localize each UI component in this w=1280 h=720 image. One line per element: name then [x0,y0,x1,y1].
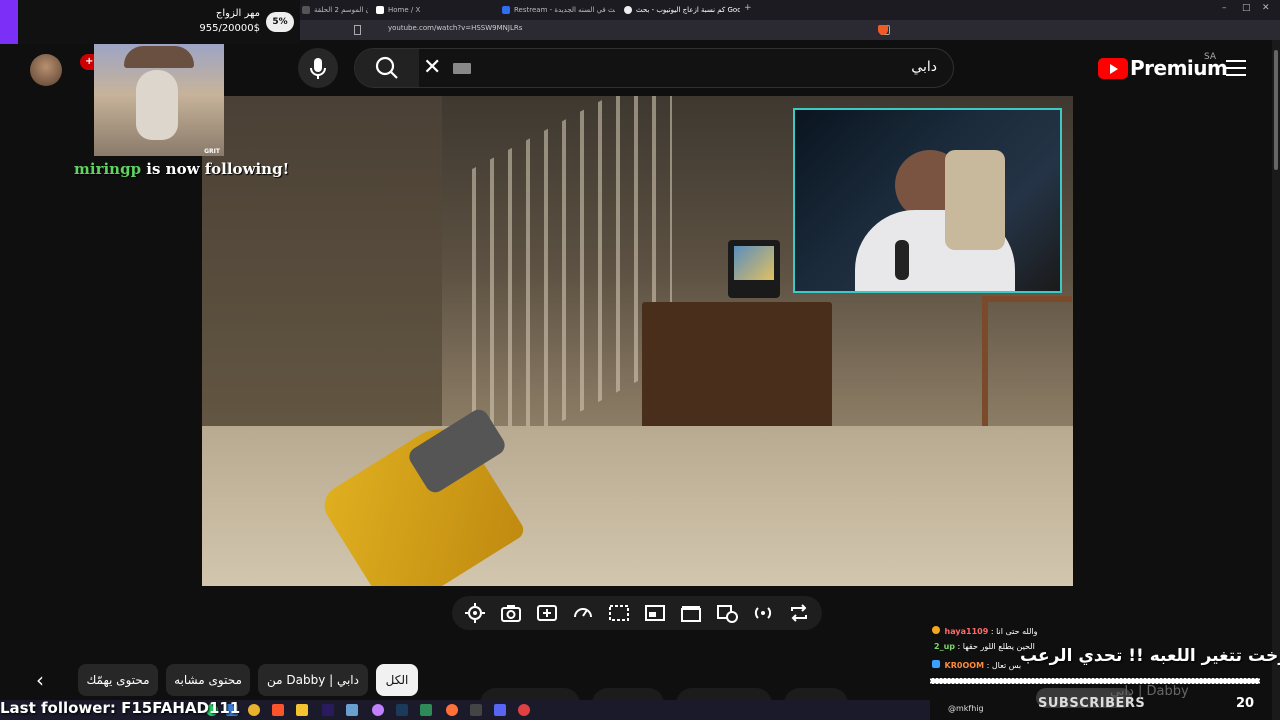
chat-text: والله حتى انا [996,627,1038,636]
chat-user-icon [932,626,940,634]
search-icon [375,56,398,79]
follower-name: miringp [74,160,142,178]
minimize-icon[interactable]: – [1222,3,1227,13]
avatar[interactable] [30,54,62,86]
url-text[interactable]: youtube.com/watch?v=HSSW9MNJLRs [388,24,522,32]
settings-icon[interactable] [464,602,486,624]
restream-favicon-icon [502,6,510,14]
donation-goal-widget: مهر الزواج 955/20000$ 5% [0,0,300,44]
settings-app-icon[interactable] [518,704,530,716]
chat-message: haya1109 : والله حتى انا [932,626,1038,636]
microphone-icon [895,240,909,280]
chat-username: 2_up [934,642,955,651]
watch-later-icon[interactable] [716,602,738,624]
chat-username: haya1109 [944,627,989,636]
terminal-icon[interactable] [420,704,432,716]
last-follower-label: Last follower: F15FAHAD111 [0,699,241,717]
chat-username: KR0OOM [944,661,985,670]
country-code: SA [1204,52,1217,62]
subscribers-count: 20 [1236,696,1255,711]
channel-name: Dabby | دابي [1110,684,1189,699]
subtitles-icon[interactable] [608,602,630,624]
tv-stand [642,302,832,432]
pip-icon[interactable] [644,602,666,624]
folder-icon[interactable] [296,704,308,716]
add-icon[interactable] [536,602,558,624]
bookmark-icon[interactable] [354,25,361,35]
browser-tab[interactable]: Home / X [374,2,484,18]
chevron-left-icon[interactable]: ‹ [26,668,54,696]
page-scrollbar[interactable] [1272,40,1280,720]
chip-from-channel[interactable]: من Dabby | دابي [258,664,368,696]
cowboy-hat [124,46,194,68]
maximize-icon[interactable]: □ [1242,3,1251,13]
x-favicon-icon [376,6,384,14]
discord-icon[interactable] [494,704,506,716]
voice-search-button[interactable] [298,48,338,88]
search-input[interactable]: دابي [911,59,937,75]
screenshot-icon[interactable] [500,602,522,624]
chat-message: KR0OOM : بس تعال [932,660,1021,670]
steam-icon[interactable] [396,704,408,716]
old-tv [728,240,780,298]
menu-icon[interactable] [1226,60,1246,76]
google-favicon-icon [624,6,632,14]
youtube-logo-icon[interactable] [1098,58,1128,79]
keyboard-icon[interactable] [453,63,471,74]
goal-percent-badge: 5% [266,12,294,32]
follow-message: is now following! [146,160,290,178]
loop-icon[interactable] [788,602,810,624]
tv-screen [734,246,774,280]
speed-icon[interactable] [572,602,594,624]
close-window-icon[interactable]: ✕ [1262,3,1270,13]
webcam-overlay [793,108,1062,293]
follow-alert-image: GRIT [94,44,224,156]
search-box[interactable]: ✕ دابي [354,48,954,88]
close-app-icon[interactable] [470,704,482,716]
premiere-icon[interactable] [322,704,334,716]
brave-shield-icon[interactable] [878,25,888,35]
obs-icon[interactable] [372,704,384,716]
browser-tab[interactable]: كم نسبة ازعاج اليوتيوب - بحث Google [622,2,740,18]
chip-all[interactable]: الكل [376,664,418,696]
follow-alert-text: miringp is now following! [74,160,289,178]
chip-similar[interactable]: محتوى مشابه [166,664,250,696]
close-icon[interactable]: ✕ [423,57,441,79]
clip-icon[interactable] [680,602,702,624]
new-tab-icon[interactable]: + [744,3,752,13]
brave-icon[interactable] [272,704,284,716]
browser-tab[interactable]: Restream - اول بث في السنه الجديدة [500,2,615,18]
chip-for-you[interactable]: محتوى يهمّك [78,664,158,696]
gaming-chair [945,150,1005,250]
search-button[interactable] [355,49,419,87]
horse-head [136,70,178,140]
chrome-icon[interactable] [248,704,260,716]
browser-tab[interactable]: جاكي شان الموسم 2 الحلقة [300,2,368,18]
goal-title: مهر الزواج [215,8,260,19]
stream-title-alert: اذا صرخت تتغير اللعبه !! تحدي الرعب [1020,646,1280,666]
chat-user-icon [932,660,940,668]
gif-caption: GRIT [204,148,220,155]
tab-favicon-icon [302,6,310,14]
goal-accent-bar [0,0,18,44]
scrollbar-thumb[interactable] [1274,50,1278,170]
chair [982,296,1072,426]
firefox-icon[interactable] [446,704,458,716]
chat-mention: @mkfhig [948,704,984,713]
chat-text: بس تعال [991,661,1022,670]
mic-icon [310,58,326,79]
address-bar[interactable]: youtube.com/watch?v=HSSW9MNJLRs [300,20,1280,40]
explorer-icon[interactable] [346,704,358,716]
player-toolbar [452,596,822,630]
goal-amount: 955/20000$ [199,23,260,34]
subscriber-progress-bar [930,677,1260,685]
cast-icon[interactable] [752,602,774,624]
